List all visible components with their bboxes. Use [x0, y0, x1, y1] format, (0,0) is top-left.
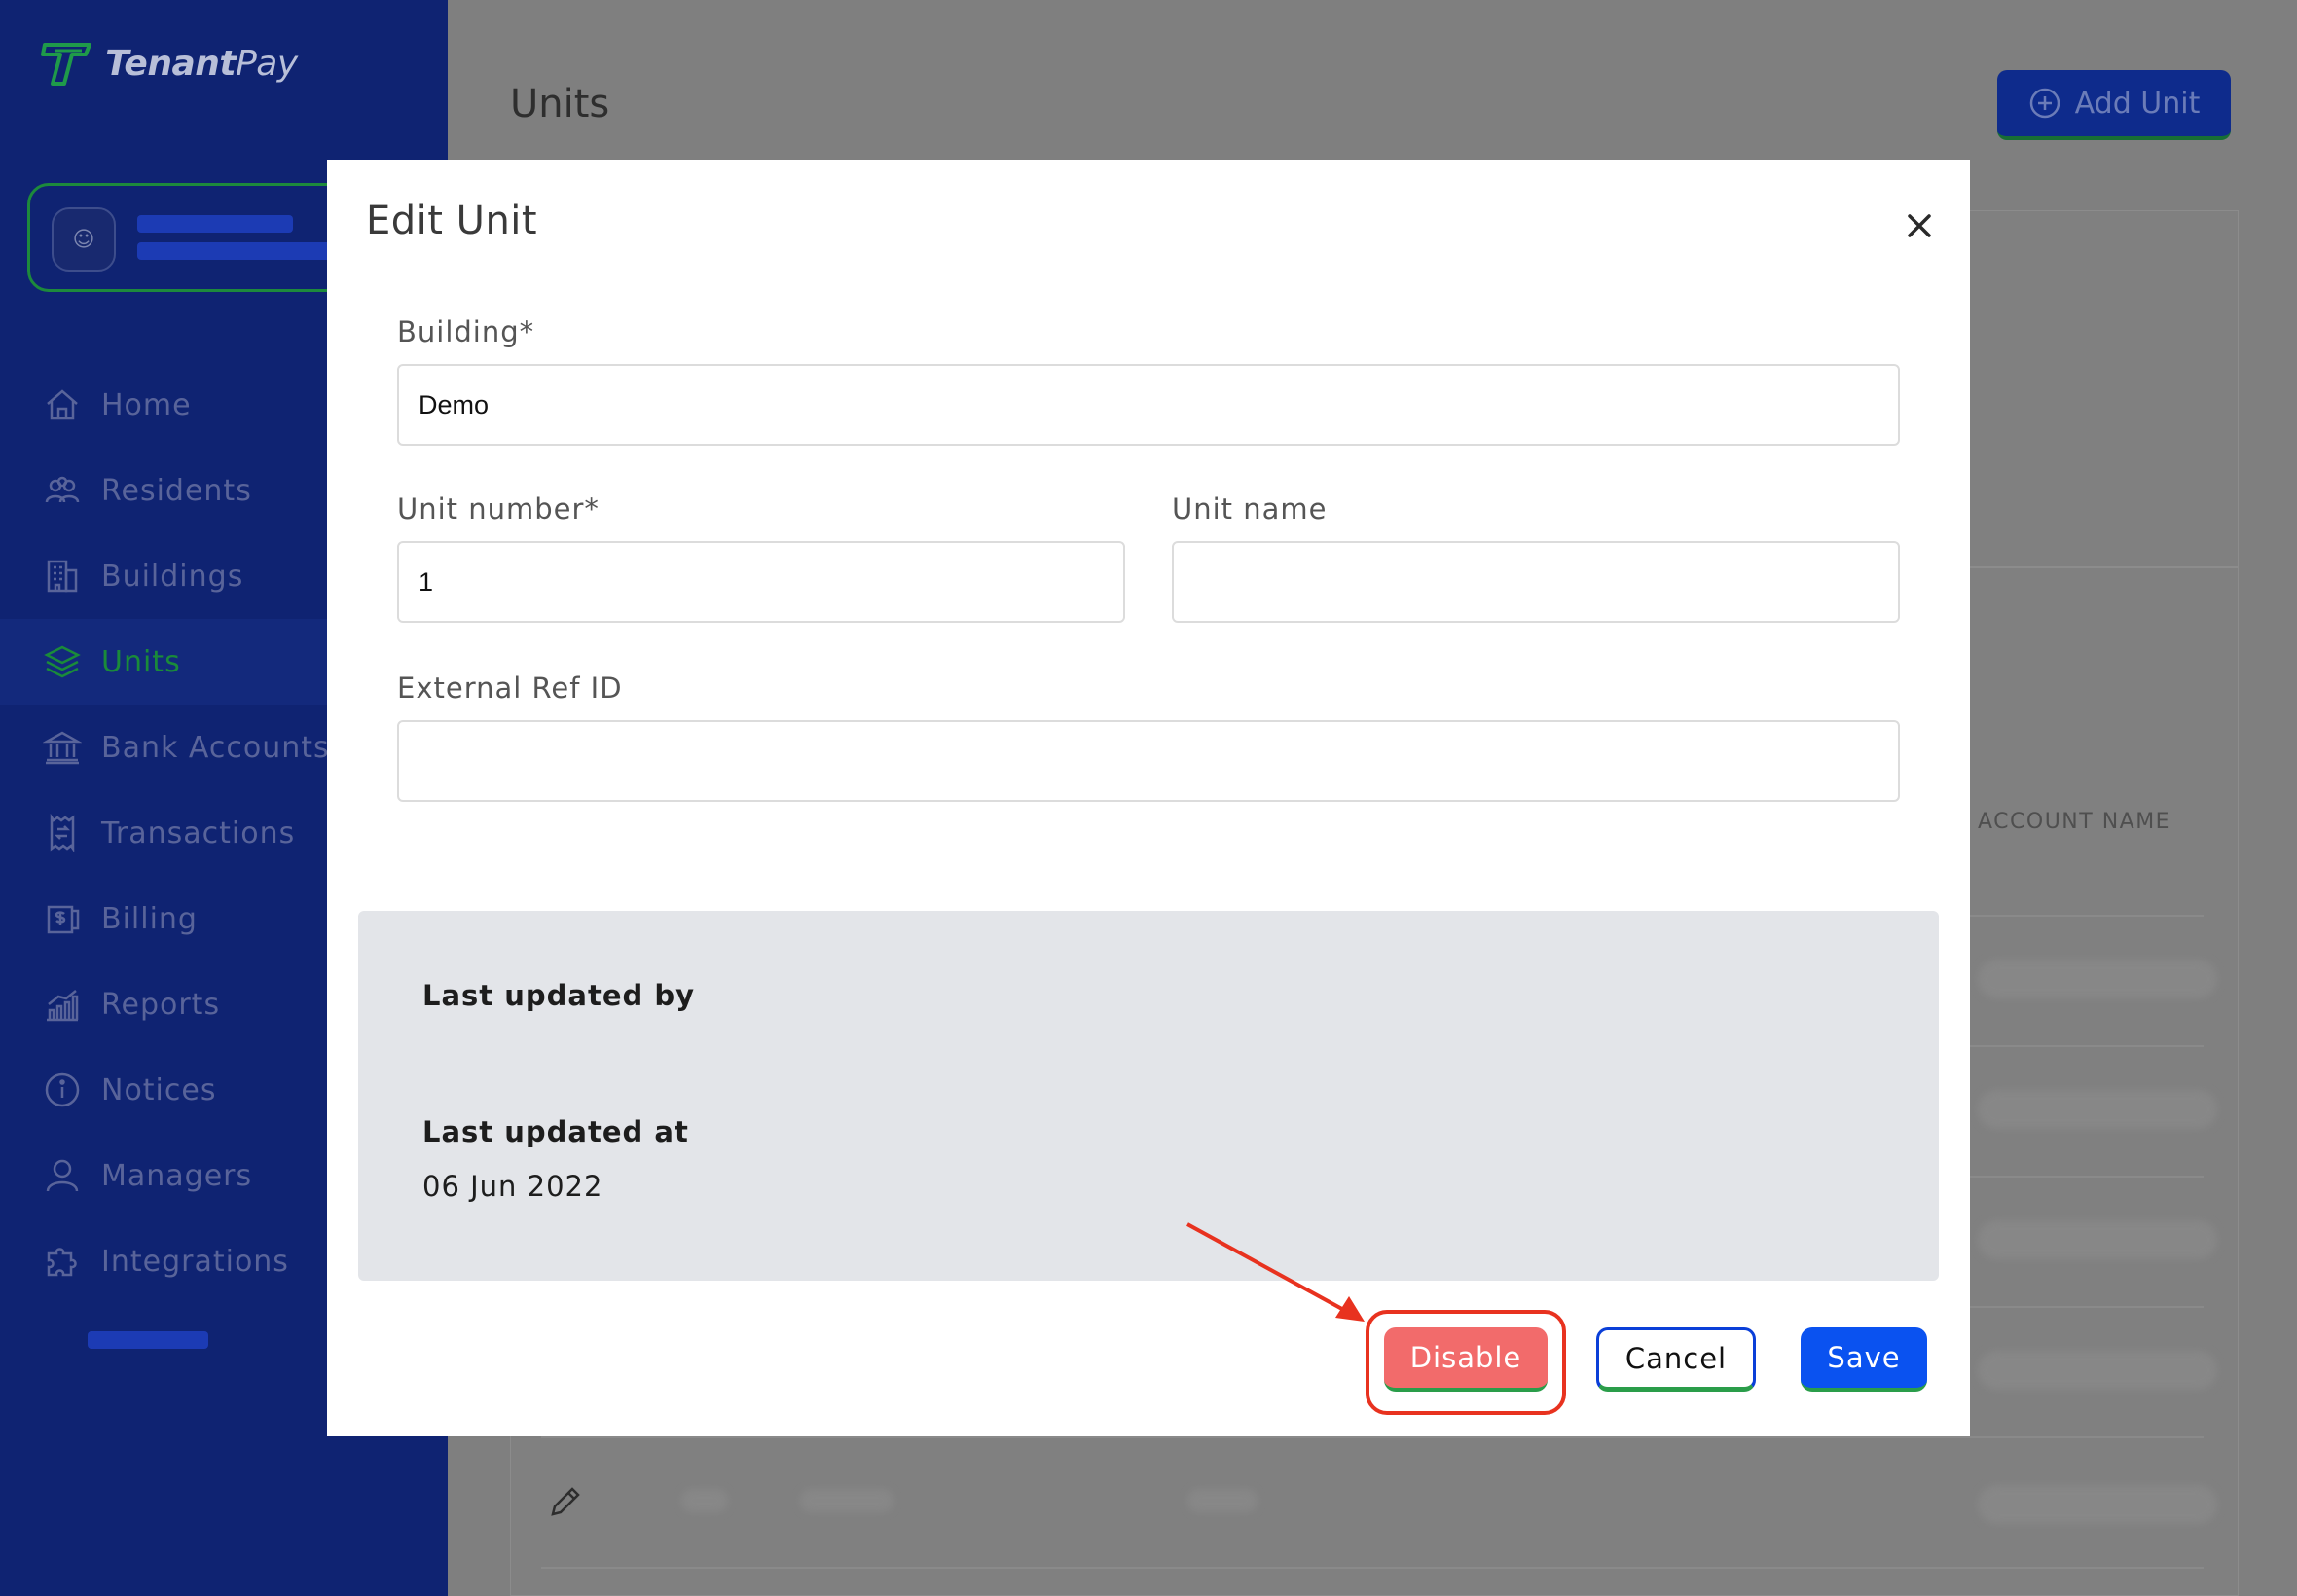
unit-number-field[interactable]	[397, 541, 1125, 623]
sidebar-item-label: Integrations	[101, 1244, 289, 1279]
receipt-icon	[41, 812, 84, 854]
building-field[interactable]	[397, 364, 1900, 446]
blurred-cell	[1978, 1220, 2217, 1259]
unit-name-label: Unit name	[1172, 492, 1328, 526]
unit-name-field[interactable]	[1172, 541, 1900, 623]
sidebar-item-label: Home	[101, 387, 192, 422]
redacted-name	[137, 215, 293, 233]
billing-icon	[41, 897, 84, 940]
sidebar-item-label: Bank Accounts	[101, 730, 330, 765]
sidebar-item-label: Managers	[101, 1158, 253, 1193]
blurred-cell	[800, 1489, 893, 1512]
save-button[interactable]: Save	[1801, 1327, 1927, 1392]
plus-circle-icon	[2029, 88, 2060, 119]
close-button[interactable]	[1896, 202, 1943, 249]
sidebar-item-label: Transactions	[101, 816, 296, 851]
column-header-account-name: ACCOUNT NAME	[1978, 810, 2171, 834]
blurred-cell	[1978, 1090, 2217, 1129]
buildings-icon	[41, 555, 84, 598]
app-logo[interactable]: TenantPay	[39, 37, 298, 90]
redacted-email	[137, 242, 351, 260]
add-unit-label: Add Unit	[2074, 86, 2201, 121]
layers-icon	[41, 640, 84, 683]
info-icon	[41, 1069, 84, 1111]
tenantpay-logo-icon	[41, 43, 91, 86]
edit-unit-modal: Edit Unit Building* Unit number* Unit na…	[327, 160, 1970, 1436]
blurred-cell	[1978, 960, 2217, 998]
bank-icon	[41, 726, 84, 769]
avatar-icon: ☺	[52, 207, 116, 272]
last-updated-at-value: 06 Jun 2022	[422, 1170, 603, 1203]
annotation-highlight-ring	[1366, 1310, 1566, 1415]
close-icon	[1908, 214, 1931, 237]
page-title: Units	[510, 82, 610, 127]
sidebar-item-label: Reports	[101, 987, 221, 1022]
blurred-cell	[1978, 1485, 2217, 1524]
last-updated-at-label: Last updated at	[422, 1115, 689, 1148]
add-unit-button[interactable]: Add Unit	[1997, 70, 2231, 140]
puzzle-icon	[41, 1240, 84, 1283]
building-label: Building*	[397, 315, 535, 348]
annotation-arrow-icon	[1186, 1222, 1365, 1322]
sidebar-item-label: Billing	[101, 901, 198, 936]
sidebar-item-label: Buildings	[101, 559, 244, 594]
sidebar-item-label: Notices	[101, 1072, 217, 1107]
user-icon	[41, 1154, 84, 1197]
cancel-button[interactable]: Cancel	[1596, 1327, 1756, 1392]
redacted-footer	[88, 1331, 208, 1349]
logo-text: TenantPay	[105, 43, 298, 84]
modal-title: Edit Unit	[366, 199, 538, 243]
sidebar-item-label: Residents	[101, 473, 252, 508]
table-row	[541, 1567, 2204, 1569]
pencil-icon[interactable]	[545, 1481, 586, 1522]
external-ref-label: External Ref ID	[397, 671, 623, 705]
blurred-cell	[681, 1489, 728, 1512]
audit-info-box: Last updated by Last updated at 06 Jun 2…	[358, 911, 1939, 1281]
reports-icon	[41, 983, 84, 1026]
residents-icon	[41, 469, 84, 512]
blurred-cell	[1187, 1489, 1258, 1512]
blurred-cell	[1978, 1351, 2217, 1390]
table-row	[541, 1436, 2204, 1438]
sidebar-item-label: Units	[101, 644, 181, 679]
last-updated-by-label: Last updated by	[422, 979, 696, 1012]
unit-number-label: Unit number*	[397, 492, 600, 526]
external-ref-field[interactable]	[397, 720, 1900, 802]
home-icon	[41, 383, 84, 426]
panel-divider	[1966, 566, 2239, 568]
